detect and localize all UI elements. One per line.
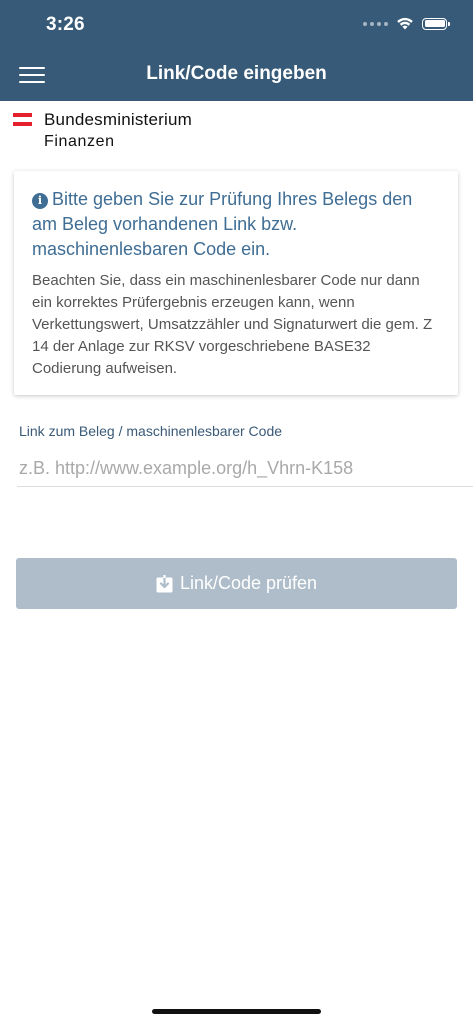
home-indicator[interactable]: [152, 1009, 321, 1014]
wifi-icon: [397, 17, 413, 30]
info-body: Beachten Sie, dass ein maschinenlesbarer…: [32, 272, 433, 377]
check-link-code-button[interactable]: Link/Code prüfen: [16, 558, 457, 609]
link-code-input[interactable]: [17, 451, 473, 487]
app-screen: 3:26 Link/Code eingeben Bundesministeriu…: [0, 0, 473, 1024]
info-heading: Bitte geben Sie zur Prüfung Ihres Belegs…: [32, 189, 413, 259]
download-box-icon: [156, 574, 173, 592]
logo-text-line1: Bundesministerium: [44, 110, 192, 129]
status-time: 3:26: [46, 14, 85, 35]
link-field-label: Link zum Beleg / maschinenlesbarer Code: [19, 423, 283, 439]
cellular-signal-icon: [363, 21, 388, 26]
battery-icon: [422, 17, 450, 30]
logo-text-line2: Finanzen: [44, 133, 115, 150]
austrian-flag-icon: [13, 113, 32, 127]
info-card: i Bitte geben Sie zur Prüfung Ihres Beleg…: [14, 171, 458, 395]
status-icons: [363, 17, 450, 30]
info-heading-wrapper: i Bitte geben Sie zur Prüfung Ihres Beleg…: [32, 187, 440, 262]
info-icon: i: [32, 193, 48, 209]
app-header: 3:26 Link/Code eingeben: [0, 0, 473, 101]
check-button-label: Link/Code prüfen: [179, 573, 318, 593]
page-title: Link/Code eingeben: [146, 63, 327, 84]
